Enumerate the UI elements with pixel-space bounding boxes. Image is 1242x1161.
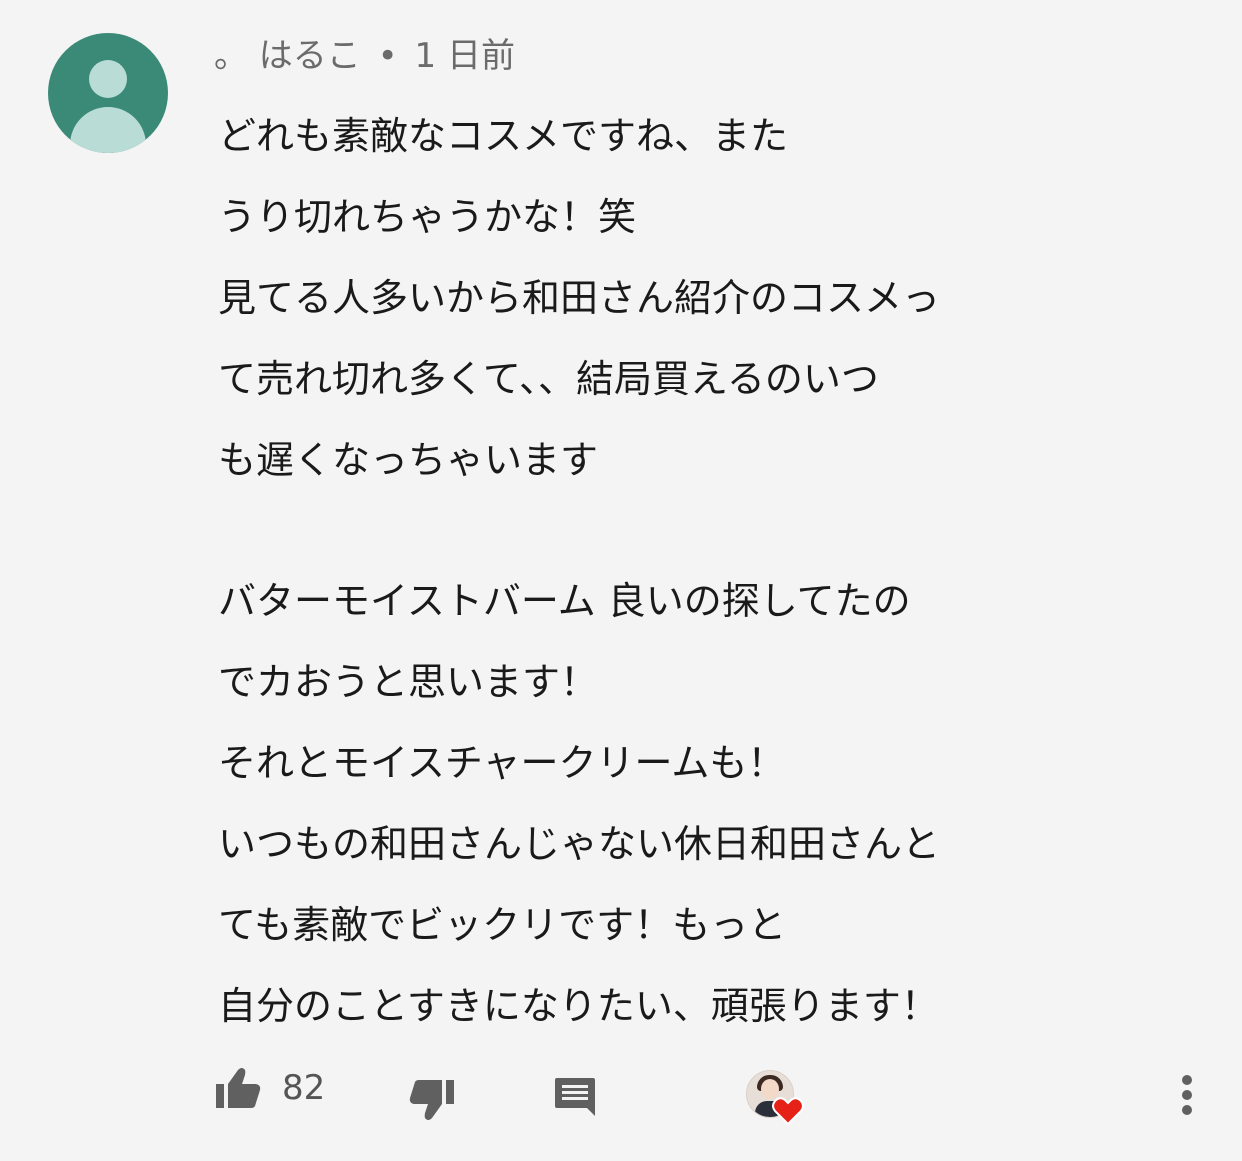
comment-line: て売れ切れ多くて、、結局買えるのいつ: [218, 357, 879, 401]
reply-button[interactable]: [553, 1076, 597, 1118]
like-button[interactable]: 82: [214, 1066, 325, 1110]
dislike-button[interactable]: [408, 1078, 456, 1122]
comment-line: 自分のことすきになりたい、頑張ります！: [218, 984, 939, 1028]
comment-line: 見てる人多いから和田さん紹介のコスメっ: [218, 276, 941, 320]
more-vertical-icon: [1182, 1075, 1192, 1115]
creator-heart-icon: [772, 1097, 804, 1126]
comment-line: ても素敵でビックリです！もっと: [218, 903, 787, 947]
comment-line: どれも素敵なコスメですね、また: [218, 114, 789, 158]
comment-timestamp[interactable]: 1 日前: [415, 36, 515, 76]
thumbs-up-icon: [216, 1068, 261, 1108]
author-name[interactable]: 。 はるこ: [214, 36, 361, 76]
thumbs-down-icon: [409, 1080, 454, 1120]
comment-line: も遅くなっちゃいます: [218, 438, 599, 482]
creator-heart-badge: [746, 1070, 808, 1132]
comment-line: でカおうと思います！: [218, 660, 599, 704]
comment-line: それとモイスチャークリームも！: [218, 741, 786, 785]
comment-actions: 82: [0, 1060, 1242, 1140]
comment-line: うり切れちゃうかな！笑: [218, 195, 637, 239]
meta-separator: •: [377, 36, 398, 76]
author-avatar[interactable]: [48, 33, 168, 153]
like-count: 82: [282, 1068, 326, 1108]
comment-line: いつもの和田さんじゃない休日和田さんと: [218, 822, 941, 866]
avatar-body-shape: [70, 107, 146, 153]
comment-body: どれも素敵なコスメですね、また うり切れちゃうかな！笑 見てる人多いから和田さん…: [218, 96, 1218, 1047]
comment-item: 。 はるこ • 1 日前 どれも素敵なコスメですね、また うり切れちゃうかな！笑…: [0, 0, 1242, 1161]
more-actions-button[interactable]: [1178, 1074, 1196, 1118]
comment-meta: 。 はるこ • 1 日前: [214, 34, 515, 78]
comment-icon: [555, 1078, 595, 1116]
avatar-head-shape: [89, 60, 127, 98]
comment-line: バターモイストバーム 良いの探してたの: [218, 579, 911, 623]
